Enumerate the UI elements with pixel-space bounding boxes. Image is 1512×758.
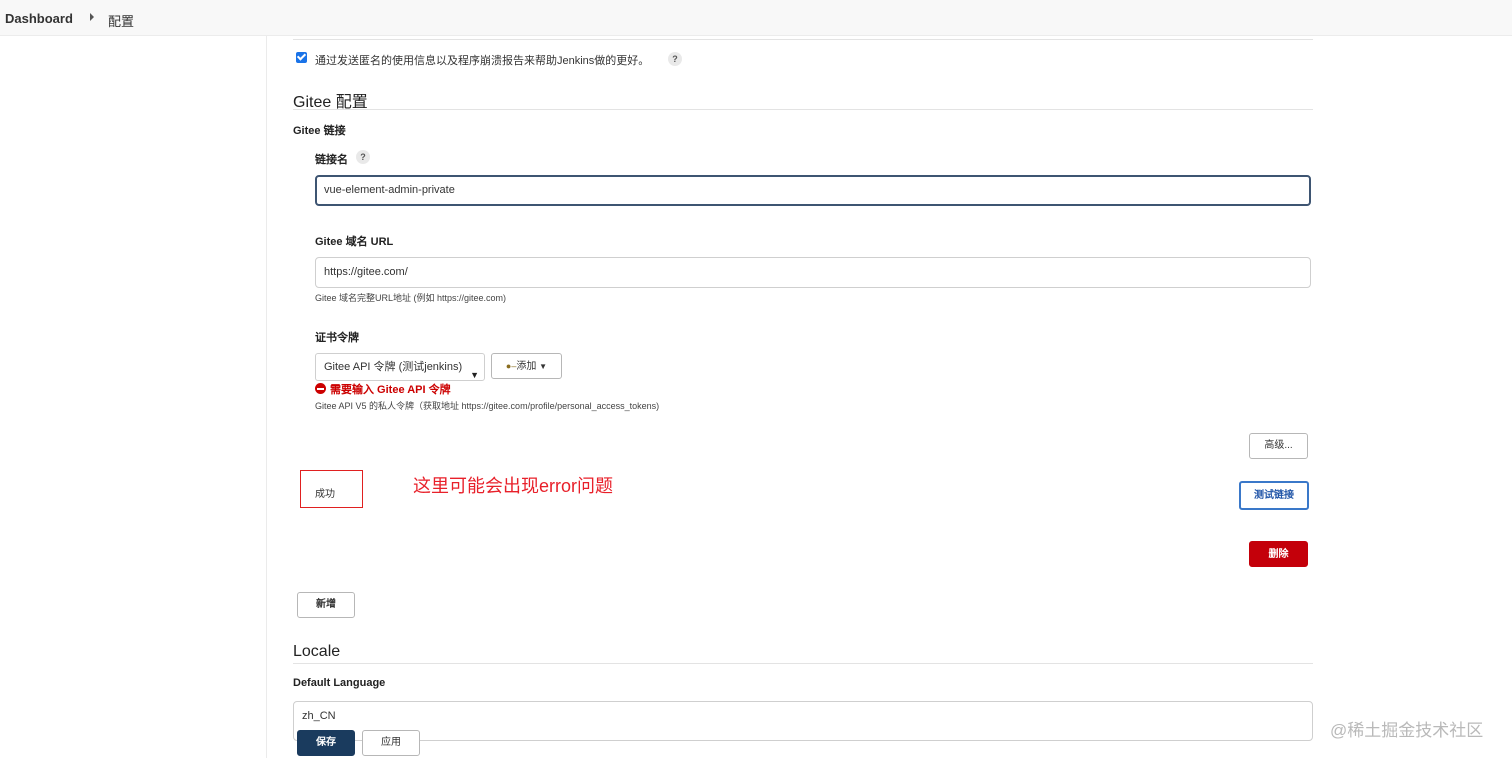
key-icon: ●–	[505, 361, 517, 371]
connection-name-label: 链接名	[315, 154, 348, 166]
usage-help-icon[interactable]: ?	[668, 52, 682, 66]
test-result-box: 成功	[300, 470, 363, 508]
caret-right-icon	[90, 13, 94, 21]
default-language-input[interactable]: zh_CN	[293, 701, 1313, 741]
test-result-text: 成功	[315, 489, 335, 500]
locale-section-title: Locale	[293, 643, 341, 660]
breadcrumb-bar: Dashboard 配置	[0, 0, 1512, 36]
connection-name-input[interactable]: vue-element-admin-private	[315, 175, 1311, 206]
usage-statistics-label: 通过发送匿名的使用信息以及程序崩溃报告来帮助Jenkins做的更好。	[315, 55, 650, 67]
add-credential-button[interactable]: ●–添加 ▼	[491, 353, 562, 379]
gitee-connections-label: Gitee 链接	[293, 125, 346, 137]
delete-connection-button[interactable]: 删除	[1249, 541, 1308, 567]
add-connection-button[interactable]: 新增	[297, 592, 355, 618]
advanced-button[interactable]: 高级...	[1249, 433, 1308, 459]
credential-token-select[interactable]: Gitee API 令牌 (测试jenkins) ▼	[315, 353, 485, 381]
test-connection-button[interactable]: 测试链接	[1239, 481, 1309, 510]
gitee-url-label: Gitee 域名 URL	[315, 236, 394, 248]
add-credential-label: 添加	[516, 361, 537, 372]
breadcrumb-current-page[interactable]: 配置	[108, 11, 134, 30]
credential-token-selected-value: Gitee API 令牌 (测试jenkins)	[324, 361, 463, 373]
save-button[interactable]: 保存	[297, 730, 355, 756]
section-divider	[293, 39, 1313, 40]
credential-token-label: 证书令牌	[315, 332, 359, 344]
section-divider	[293, 663, 1313, 664]
usage-statistics-checkbox[interactable]	[296, 52, 307, 63]
credential-token-error-text: 需要输入 Gitee API 令牌	[330, 384, 451, 396]
gitee-url-input[interactable]: https://gitee.com/	[315, 257, 1311, 288]
chevron-down-icon: ▼	[539, 362, 548, 371]
breadcrumb-dashboard-link[interactable]: Dashboard	[5, 11, 73, 26]
credential-token-error: 需要输入 Gitee API 令牌	[315, 381, 451, 397]
error-annotation: 这里可能会出现error问题	[413, 476, 614, 496]
error-circle-icon	[315, 383, 326, 394]
sidebar-divider	[266, 36, 267, 758]
chevron-down-icon: ▼	[470, 370, 479, 380]
apply-button[interactable]: 应用	[362, 730, 420, 756]
section-divider	[293, 109, 1313, 110]
credential-token-hint: Gitee API V5 的私人令牌（获取地址 https://gitee.co…	[315, 401, 660, 411]
watermark: @稀土掘金技术社区	[1330, 721, 1484, 740]
connection-name-help-icon[interactable]: ?	[356, 150, 370, 164]
default-language-label: Default Language	[293, 677, 386, 689]
gitee-url-hint: Gitee 域名完整URL地址 (例如 https://gitee.com)	[315, 293, 507, 303]
